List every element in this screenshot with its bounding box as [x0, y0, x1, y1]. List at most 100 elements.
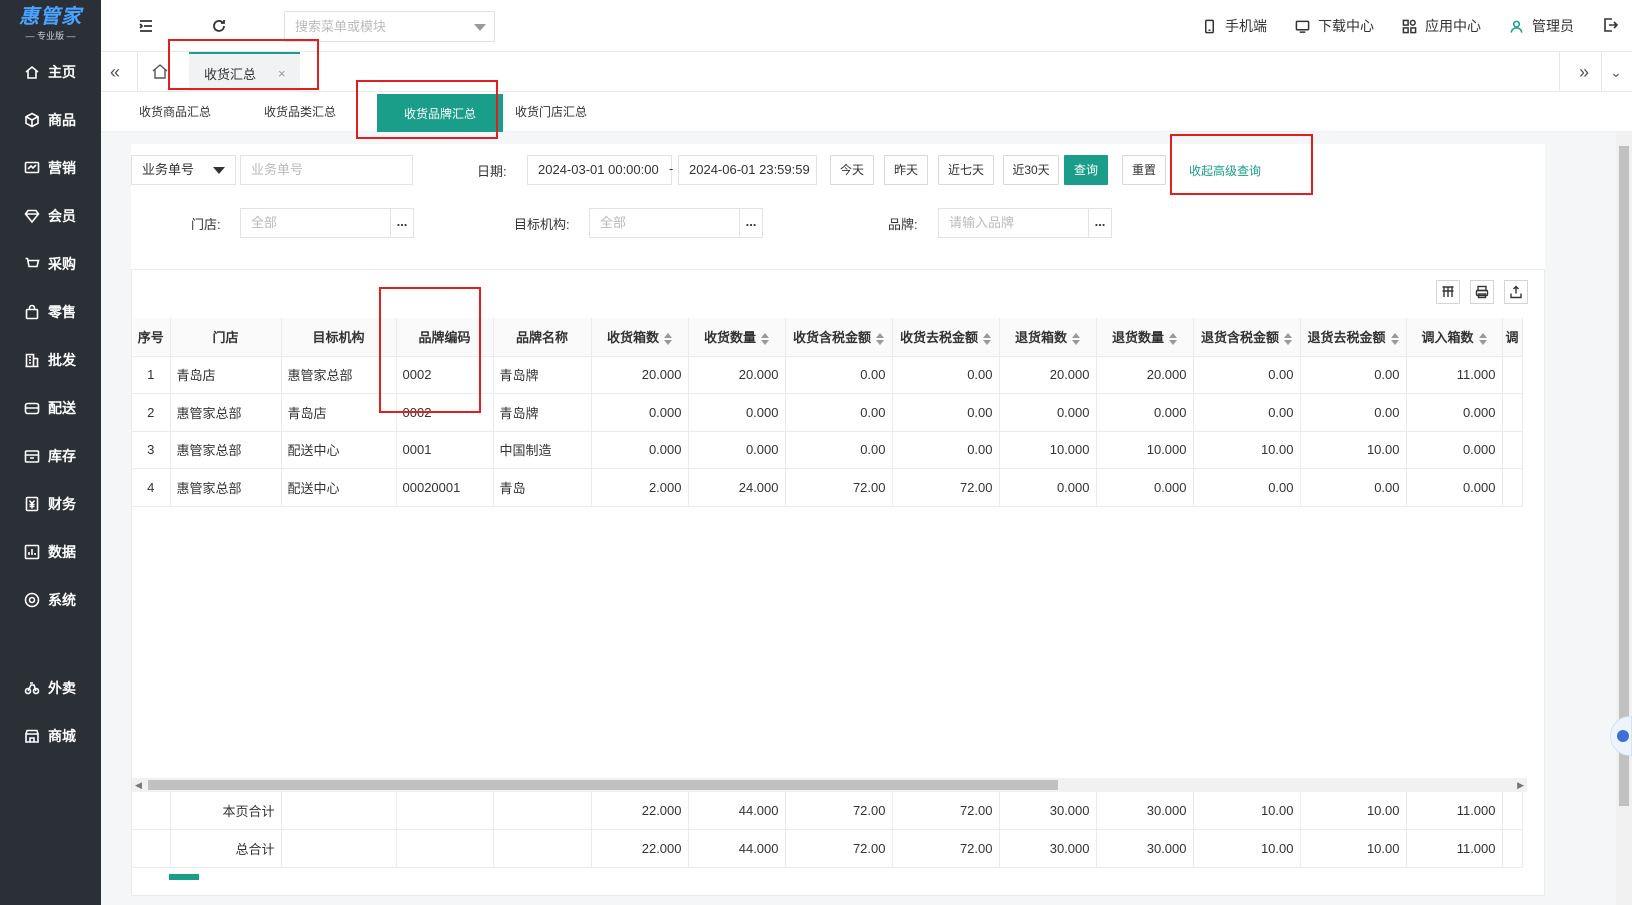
table-cell: 0.00: [1193, 356, 1301, 394]
brand-picker-button[interactable]: ...: [1088, 208, 1112, 238]
brand-code-link[interactable]: 0001: [396, 431, 494, 469]
refresh-icon[interactable]: [210, 17, 228, 35]
download-center-link[interactable]: 下载中心: [1295, 16, 1374, 36]
pagination-current[interactable]: [169, 874, 199, 880]
store-picker-button[interactable]: ...: [390, 208, 414, 238]
menu-search-input[interactable]: 搜索菜单或模块: [284, 11, 495, 42]
sort-icon[interactable]: [876, 332, 884, 345]
brand-code-link[interactable]: 00020001: [396, 468, 494, 507]
doc-number-input[interactable]: 业务单号: [240, 155, 413, 185]
yesterday-button[interactable]: 昨天: [884, 155, 928, 185]
menu-toggle-icon[interactable]: [137, 17, 155, 35]
column-header[interactable]: 退货含税金额: [1193, 318, 1301, 357]
sort-icon[interactable]: [664, 332, 672, 345]
store-input[interactable]: 全部: [240, 208, 391, 238]
horizontal-scrollbar[interactable]: ◀ ▶: [132, 778, 1527, 792]
brand-code-link[interactable]: 0002: [396, 393, 494, 432]
app-center-link[interactable]: 应用中心: [1402, 16, 1481, 36]
logout-icon[interactable]: [1602, 17, 1619, 36]
totals-cell: 30.000: [1096, 829, 1194, 868]
totals-cell: 30.000: [999, 792, 1097, 830]
tabs-dropdown-icon[interactable]: ⌄: [1606, 62, 1626, 82]
sidebar-item-6[interactable]: 批发: [0, 336, 101, 384]
collapse-advanced-query-link[interactable]: 收起高级查询: [1189, 162, 1261, 179]
today-button[interactable]: 今天: [830, 155, 874, 185]
column-header[interactable]: 目标机构: [281, 318, 397, 357]
vertical-scrollbar[interactable]: [1616, 132, 1632, 905]
sort-icon[interactable]: [1169, 332, 1177, 345]
subtab-brand-summary[interactable]: 收货品牌汇总: [377, 94, 503, 134]
column-header[interactable]: 序号: [132, 318, 171, 357]
sidebar-item-4[interactable]: 采购: [0, 240, 101, 288]
sidebar-item-1[interactable]: 商品: [0, 96, 101, 144]
column-header[interactable]: 收货含税金额: [785, 318, 893, 357]
table-row[interactable]: 4 惠管家总部 配送中心 00020001 青岛 2.000 24.000 72.00 72.0…: [132, 468, 1523, 507]
column-header[interactable]: 调入箱数: [1406, 318, 1503, 357]
tabs-scroll-right-icon[interactable]: »: [1574, 62, 1594, 82]
table-cell: 0.000: [688, 393, 786, 432]
subtab-goods-summary[interactable]: 收货商品汇总: [125, 92, 225, 132]
query-button[interactable]: 查询: [1064, 155, 1108, 185]
user-menu[interactable]: 管理员: [1509, 16, 1574, 36]
subtab-store-summary[interactable]: 收货门店汇总: [501, 92, 601, 132]
target-org-input[interactable]: 全部: [589, 208, 740, 238]
shop-icon: [24, 728, 40, 744]
sidebar-item-10[interactable]: 数据: [0, 528, 101, 576]
sidebar-item-0[interactable]: 主页: [0, 48, 101, 96]
home-tab-icon[interactable]: [151, 62, 171, 82]
column-header[interactable]: 品牌名称: [493, 318, 592, 357]
tabs-scroll-left-icon[interactable]: «: [105, 62, 125, 82]
subtab-category-summary[interactable]: 收货品类汇总: [250, 92, 350, 132]
table-row[interactable]: 1 青岛店 惠管家总部 0002 青岛牌 20.000 20.000 0.00 0.00 20.0…: [132, 356, 1523, 394]
sort-icon[interactable]: [1072, 332, 1080, 345]
date-from-input[interactable]: 2024-03-01 00:00:00: [527, 155, 672, 185]
reset-button[interactable]: 重置: [1122, 155, 1166, 185]
apps-icon: [1402, 19, 1417, 33]
table-cell: 青岛牌: [493, 393, 592, 432]
column-header[interactable]: 收货数量: [688, 318, 786, 357]
scrollbar-thumb[interactable]: [148, 780, 1058, 790]
tab-receiving-summary[interactable]: 收货汇总 ×: [189, 52, 300, 92]
print-icon[interactable]: [1470, 280, 1494, 304]
column-header[interactable]: 退货数量: [1096, 318, 1194, 357]
column-header[interactable]: 调: [1502, 318, 1523, 357]
column-header[interactable]: 退货去税金额: [1300, 318, 1407, 357]
sort-icon[interactable]: [1390, 332, 1399, 345]
column-header[interactable]: 门店: [170, 318, 282, 357]
brand-input[interactable]: 请输入品牌: [938, 208, 1089, 238]
brand-logo[interactable]: 惠管家 — 专业版 —: [0, 0, 101, 48]
vertical-scrollbar-thumb[interactable]: [1619, 146, 1629, 806]
date-to-input[interactable]: 2024-06-01 23:59:59: [678, 155, 817, 185]
column-header[interactable]: 退货箱数: [999, 318, 1097, 357]
column-header[interactable]: 收货箱数: [591, 318, 689, 357]
sidebar-item-11[interactable]: 系统: [0, 576, 101, 624]
scroll-right-icon[interactable]: ▶: [1517, 778, 1524, 792]
column-header[interactable]: 品牌编码: [396, 318, 494, 357]
sidebar-item-9[interactable]: 财务: [0, 480, 101, 528]
table-cell: 10.000: [1096, 431, 1194, 469]
sidebar-item-3[interactable]: 会员: [0, 192, 101, 240]
export-icon[interactable]: [1504, 280, 1528, 304]
table-row[interactable]: 2 惠管家总部 青岛店 0002 青岛牌 0.000 0.000 0.00 0.00 0.000 0…: [132, 393, 1523, 432]
mobile-link[interactable]: 手机端: [1202, 16, 1267, 36]
sidebar-item-2[interactable]: 营销: [0, 144, 101, 192]
close-tab-icon[interactable]: ×: [278, 66, 286, 81]
columns-icon[interactable]: [1436, 280, 1460, 304]
sort-icon[interactable]: [1284, 332, 1292, 345]
sidebar-item-extra-0[interactable]: 外卖: [0, 664, 101, 712]
doc-type-select[interactable]: 业务单号: [131, 155, 236, 185]
sort-icon[interactable]: [983, 332, 991, 345]
sidebar-item-5[interactable]: 零售: [0, 288, 101, 336]
last-7-days-button[interactable]: 近七天: [938, 155, 994, 185]
sidebar-item-7[interactable]: 配送: [0, 384, 101, 432]
sidebar-item-8[interactable]: 库存: [0, 432, 101, 480]
target-org-picker-button[interactable]: ...: [739, 208, 763, 238]
last-30-days-button[interactable]: 近30天: [1003, 155, 1059, 185]
sidebar-item-extra-1[interactable]: 商城: [0, 712, 101, 760]
table-row[interactable]: 3 惠管家总部 配送中心 0001 中国制造 0.000 0.000 0.00 0.00 10.0…: [132, 431, 1523, 469]
sort-icon[interactable]: [1478, 332, 1487, 345]
column-header[interactable]: 收货去税金额: [892, 318, 1000, 357]
scroll-left-icon[interactable]: ◀: [135, 778, 142, 792]
sort-icon[interactable]: [761, 332, 769, 345]
brand-code-link[interactable]: 0002: [396, 356, 494, 394]
